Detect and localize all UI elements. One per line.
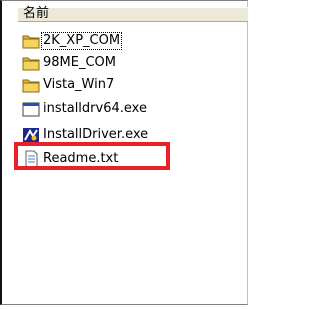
highlight-box (14, 142, 170, 170)
file-item-label: Vista_Win7 (43, 77, 115, 92)
file-item-label: 98ME_COM (43, 55, 116, 70)
folder-icon (22, 76, 40, 94)
file-item-2k-xp-com[interactable]: 2K_XP_COM (22, 31, 123, 51)
folder-icon (22, 54, 40, 72)
column-header-name[interactable]: 名前 (18, 6, 248, 22)
file-item-vista-win7[interactable]: Vista_Win7 (22, 75, 115, 95)
file-item-98me-com[interactable]: 98ME_COM (22, 53, 117, 73)
file-item-installdrv64-exe[interactable]: installdrv64.exe (22, 99, 148, 119)
exe-window-icon (22, 100, 40, 118)
file-item-label: 2K_XP_COM (40, 32, 123, 50)
folder-icon (22, 32, 40, 50)
column-header-label: 名前 (23, 6, 50, 21)
file-item-label: InstallDriver.exe (43, 127, 149, 142)
file-item-label: installdrv64.exe (43, 101, 147, 116)
